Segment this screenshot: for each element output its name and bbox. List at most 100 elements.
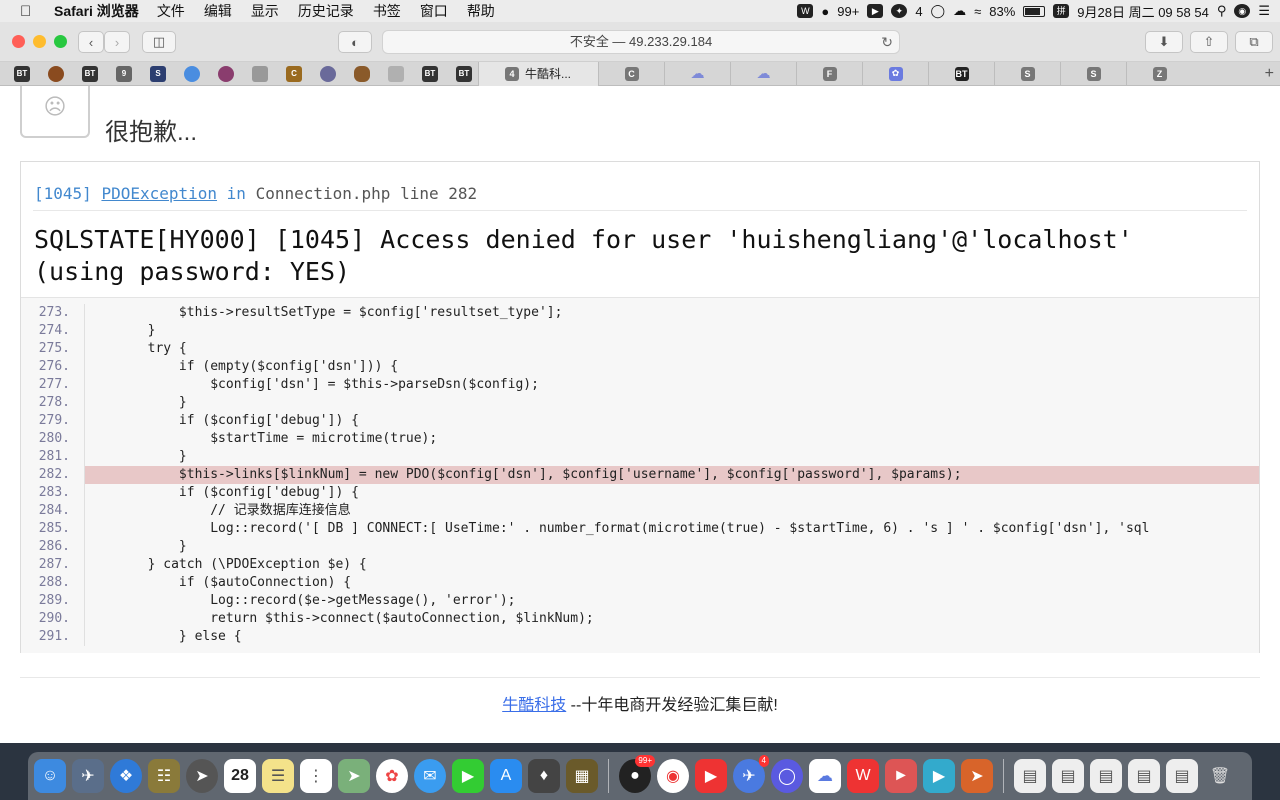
video-player-icon[interactable]: ▶	[923, 759, 955, 793]
notes-icon[interactable]: ☰	[262, 759, 294, 793]
error-heading: 很抱歉...	[105, 119, 198, 146]
new-tab-button[interactable]: +	[1265, 65, 1274, 83]
spotlight-search-icon[interactable]: ⚲	[1217, 3, 1227, 19]
cloud-drive-icon[interactable]: ☁	[809, 759, 841, 793]
menu-file[interactable]: 文件	[157, 1, 185, 21]
reload-icon[interactable]: ↻	[881, 31, 893, 53]
archive-icon[interactable]: ▦	[566, 759, 598, 793]
pinned-tab[interactable]: BT	[450, 64, 478, 84]
tab[interactable]: S	[1060, 61, 1126, 86]
tab[interactable]: ✿	[862, 61, 928, 86]
pinned-tab[interactable]: BT	[8, 64, 36, 84]
tab-favicon: 4	[505, 66, 519, 81]
tab[interactable]: ☁	[730, 61, 796, 86]
reminders-icon[interactable]: ⋮	[300, 759, 332, 793]
footer-company-link[interactable]: 牛酷科技	[502, 697, 566, 714]
sidebar-toggle-button[interactable]: ◫	[142, 31, 176, 53]
menu-bookmarks[interactable]: 书签	[373, 1, 401, 21]
maps-icon[interactable]: ➤	[338, 759, 370, 793]
pinned-tab[interactable]	[212, 64, 240, 84]
pinned-tab[interactable]: 9	[110, 64, 138, 84]
badge-status-icon[interactable]: ✦	[891, 4, 908, 18]
finder-icon[interactable]: ☺	[34, 759, 66, 793]
tab[interactable]: BT	[928, 61, 994, 86]
mail-icon[interactable]: ✈ 4	[733, 755, 769, 793]
tab-active[interactable]: 4 牛酷科...	[478, 61, 598, 86]
pinned-tab[interactable]: BT	[416, 64, 444, 84]
document-thumbnail[interactable]: ▤	[1166, 759, 1198, 793]
tab[interactable]: F	[796, 61, 862, 86]
forward-button[interactable]: ›	[104, 31, 130, 53]
chrome-icon[interactable]: ◉	[657, 759, 689, 793]
notes-book-icon[interactable]: ☷	[148, 759, 180, 793]
app-menu[interactable]: Safari 浏览器	[54, 1, 139, 21]
app-store-icon[interactable]: A	[490, 759, 522, 793]
menu-view[interactable]: 显示	[251, 1, 279, 21]
share-button[interactable]: ⇧	[1190, 31, 1228, 53]
zoom-window-button[interactable]	[54, 35, 67, 48]
pinned-tab[interactable]	[314, 64, 342, 84]
pinned-tab-favicon	[218, 65, 234, 82]
messages-icon[interactable]: ✉	[414, 759, 446, 793]
pinned-tab[interactable]: C	[280, 64, 308, 84]
wps-icon[interactable]: W	[847, 759, 879, 793]
game-icon[interactable]: ♦	[528, 759, 560, 793]
qq-status-icon[interactable]: ●	[821, 4, 829, 19]
downloads-button[interactable]: ⬇	[1145, 31, 1183, 53]
launchpad-icon[interactable]: ➤	[186, 759, 218, 793]
pinned-tab-favicon: C	[286, 65, 302, 82]
code-line: 288. if ($autoConnection) {	[21, 574, 1259, 592]
exception-class-link[interactable]: PDOException	[101, 184, 217, 203]
browser-icon[interactable]: ◯	[771, 759, 803, 793]
document-thumbnail[interactable]: ▤	[1128, 759, 1160, 793]
close-window-button[interactable]	[12, 35, 25, 48]
menu-history[interactable]: 历史记录	[298, 1, 354, 21]
wps-status-icon[interactable]: W	[797, 4, 814, 18]
pinned-tab[interactable]: S	[144, 64, 172, 84]
line-number: 275.	[21, 340, 85, 358]
terminal-tool-icon[interactable]: ➤	[961, 759, 993, 793]
tab[interactable]: C	[598, 61, 664, 86]
input-method-icon[interactable]: 拼	[1053, 4, 1070, 18]
clock[interactable]: 9月28日 周二 09 58 54	[1077, 2, 1209, 21]
circle-status-icon[interactable]: ◯	[931, 3, 946, 19]
battery-icon[interactable]	[1023, 5, 1046, 17]
pinned-tab[interactable]	[382, 64, 410, 84]
back-button[interactable]: ‹	[78, 31, 104, 53]
code-text: $this->resultSetType = $config['resultse…	[85, 305, 563, 320]
calendar-icon[interactable]: 28	[224, 759, 256, 793]
photos-icon[interactable]: ✿	[376, 759, 408, 793]
privacy-report-button[interactable]: ◐	[338, 31, 372, 53]
pinned-tab[interactable]: BT	[76, 64, 104, 84]
menu-edit[interactable]: 编辑	[204, 1, 232, 21]
preview-icon[interactable]: ✈	[72, 759, 104, 793]
menu-window[interactable]: 窗口	[420, 1, 448, 21]
facetime-icon[interactable]: ▶	[452, 759, 484, 793]
tab[interactable]: Z	[1126, 61, 1192, 86]
minimize-window-button[interactable]	[33, 35, 46, 48]
control-center-icon[interactable]: ☰	[1258, 3, 1270, 19]
document-thumbnail[interactable]: ▤	[1014, 759, 1046, 793]
apple-menu-icon[interactable]: 	[20, 3, 38, 20]
document-thumbnail[interactable]: ▤	[1052, 759, 1084, 793]
cloud-status-icon[interactable]: ☁	[953, 3, 966, 19]
safari-icon[interactable]: ❖	[110, 759, 142, 793]
footer: 牛酷科技 --十年电商开发经验汇集巨献!	[0, 691, 1280, 715]
tab-overview-button[interactable]: ⧉	[1235, 31, 1273, 53]
pinned-tab[interactable]	[178, 64, 206, 84]
menu-help[interactable]: 帮助	[467, 1, 495, 21]
youku-icon[interactable]: ▶	[695, 759, 727, 793]
document-thumbnail[interactable]: ▤	[1090, 759, 1122, 793]
pinned-tab[interactable]	[246, 64, 274, 84]
siri-icon[interactable]: ◉	[1234, 4, 1251, 18]
address-bar[interactable]: 不安全 — 49.233.29.184 ↻	[382, 30, 900, 54]
media-icon[interactable]: ►	[885, 759, 917, 793]
pinned-tab[interactable]	[42, 64, 70, 84]
pinned-tab[interactable]	[348, 64, 376, 84]
qq-icon[interactable]: ● 99+	[619, 755, 655, 793]
tab[interactable]: S	[994, 61, 1060, 86]
arrow-status-icon[interactable]: ▶	[867, 4, 884, 18]
trash-icon[interactable]: 🗑	[1204, 759, 1236, 793]
wifi-icon[interactable]: ≈	[974, 4, 981, 19]
tab[interactable]: ☁	[664, 61, 730, 86]
